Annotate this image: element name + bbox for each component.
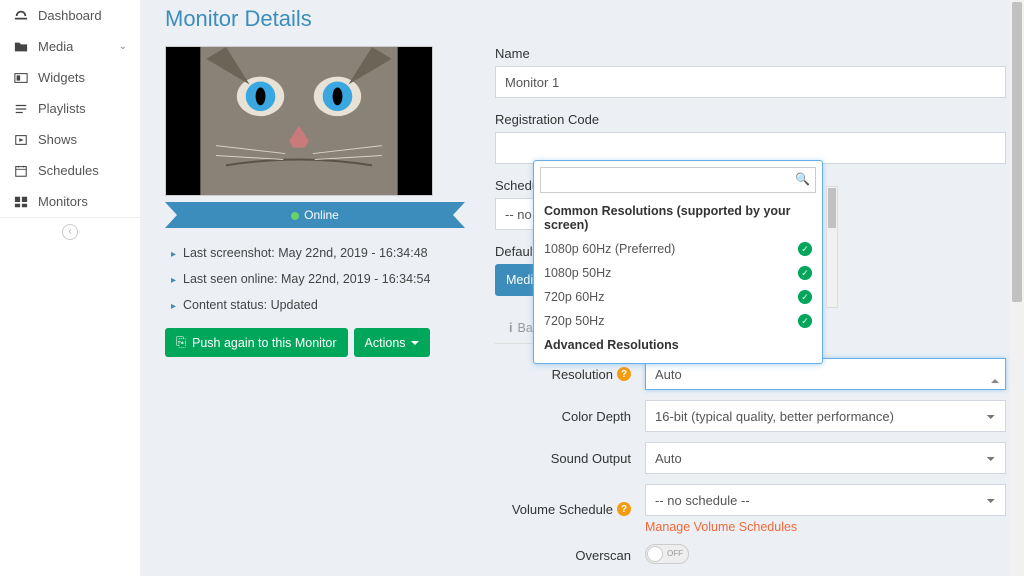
sidebar-item-label: Schedules — [38, 163, 127, 178]
check-icon: ✓ — [798, 266, 812, 280]
color-depth-select[interactable]: 16-bit (typical quality, better performa… — [645, 400, 1006, 432]
dashboard-icon — [13, 9, 29, 23]
caret-icon: ▸ — [171, 275, 176, 286]
chevron-left-icon: ‹ — [62, 224, 78, 240]
sidebar-item-label: Playlists — [38, 101, 127, 116]
chevron-down-icon: ⌄ — [119, 41, 127, 52]
status-banner: Online — [165, 202, 465, 228]
shows-icon — [13, 133, 29, 147]
name-label: Name — [495, 46, 1006, 61]
volume-schedule-select[interactable]: -- no schedule -- — [645, 484, 1006, 516]
monitor-screenshot — [165, 46, 433, 196]
sidebar-item-label: Widgets — [38, 70, 127, 85]
sidebar-item-monitors[interactable]: Monitors — [0, 186, 140, 217]
help-icon[interactable]: ? — [617, 367, 631, 381]
meta-list: ▸Last screenshot: May 22nd, 2019 - 16:34… — [165, 240, 465, 318]
caret-icon: ▸ — [171, 249, 176, 260]
status-text: Online — [304, 208, 339, 222]
overscan-label: Overscan — [575, 548, 631, 563]
dropdown-group-header: Common Resolutions (supported by your sc… — [540, 199, 816, 237]
sidebar-item-schedules[interactable]: Schedules — [0, 155, 140, 186]
caret-up-icon — [991, 379, 999, 383]
sidebar-item-media[interactable]: Media ⌄ — [0, 31, 140, 62]
resolution-label: Resolution — [552, 367, 613, 382]
sidebar-item-label: Dashboard — [38, 8, 127, 23]
sound-output-select[interactable]: Auto — [645, 442, 1006, 474]
check-icon: ✓ — [798, 242, 812, 256]
help-icon[interactable]: ? — [617, 502, 631, 516]
sidebar-item-label: Monitors — [38, 194, 127, 209]
sidebar-item-playlists[interactable]: Playlists — [0, 93, 140, 124]
dropdown-option[interactable]: 1080p 60Hz (Preferred)✓ — [540, 237, 816, 261]
info-icon: i — [509, 321, 512, 335]
folder-icon — [13, 40, 29, 54]
push-again-button[interactable]: ⎘Push again to this Monitor — [165, 328, 348, 357]
volume-schedule-label: Volume Schedule — [512, 502, 613, 517]
dropdown-option[interactable]: 720p 50Hz✓ — [540, 309, 816, 333]
page-scrollbar[interactable] — [1010, 0, 1024, 576]
manage-volume-schedules-link[interactable]: Manage Volume Schedules — [645, 520, 797, 534]
sidebar-item-widgets[interactable]: Widgets — [0, 62, 140, 93]
dropdown-scrollbar[interactable] — [826, 186, 838, 308]
meta-row: ▸Last seen online: May 22nd, 2019 - 16:3… — [165, 266, 465, 292]
overscan-toggle[interactable]: OFF — [645, 544, 689, 564]
dropdown-group-header: Advanced Resolutions — [540, 333, 816, 357]
sidebar-item-label: Media — [38, 39, 119, 54]
reg-code-label: Registration Code — [495, 112, 1006, 127]
sound-output-label: Sound Output — [551, 451, 631, 466]
dropdown-option[interactable]: 1080p 50Hz✓ — [540, 261, 816, 285]
caret-icon: ▸ — [171, 301, 176, 312]
name-input[interactable] — [495, 66, 1006, 98]
check-icon: ✓ — [798, 314, 812, 328]
online-dot-icon — [291, 212, 299, 220]
check-icon: ✓ — [798, 290, 812, 304]
dropdown-search-input[interactable] — [540, 167, 816, 193]
actions-button[interactable]: Actions — [354, 328, 430, 357]
dropdown-option[interactable]: 720p 60Hz✓ — [540, 285, 816, 309]
sidebar-item-shows[interactable]: Shows — [0, 124, 140, 155]
color-depth-label: Color Depth — [562, 409, 631, 424]
sidebar-item-dashboard[interactable]: Dashboard — [0, 0, 140, 31]
sidebar-collapse-button[interactable]: ‹ — [0, 217, 140, 246]
sidebar: Dashboard Media ⌄ Widgets Playlists Sh — [0, 0, 141, 576]
search-icon: 🔍 — [795, 172, 810, 186]
sidebar-item-label: Shows — [38, 132, 127, 147]
monitors-icon — [13, 195, 29, 209]
resolution-dropdown: 🔍 Common Resolutions (supported by your … — [533, 160, 823, 364]
meta-row: ▸Last screenshot: May 22nd, 2019 - 16:34… — [165, 240, 465, 266]
caret-down-icon — [411, 341, 419, 345]
meta-row: ▸Content status: Updated — [165, 292, 465, 318]
playlists-icon — [13, 102, 29, 116]
push-icon: ⎘ — [176, 335, 186, 350]
widgets-icon — [13, 71, 29, 85]
schedules-icon — [13, 164, 29, 178]
page-title: Monitor Details — [165, 6, 1006, 32]
